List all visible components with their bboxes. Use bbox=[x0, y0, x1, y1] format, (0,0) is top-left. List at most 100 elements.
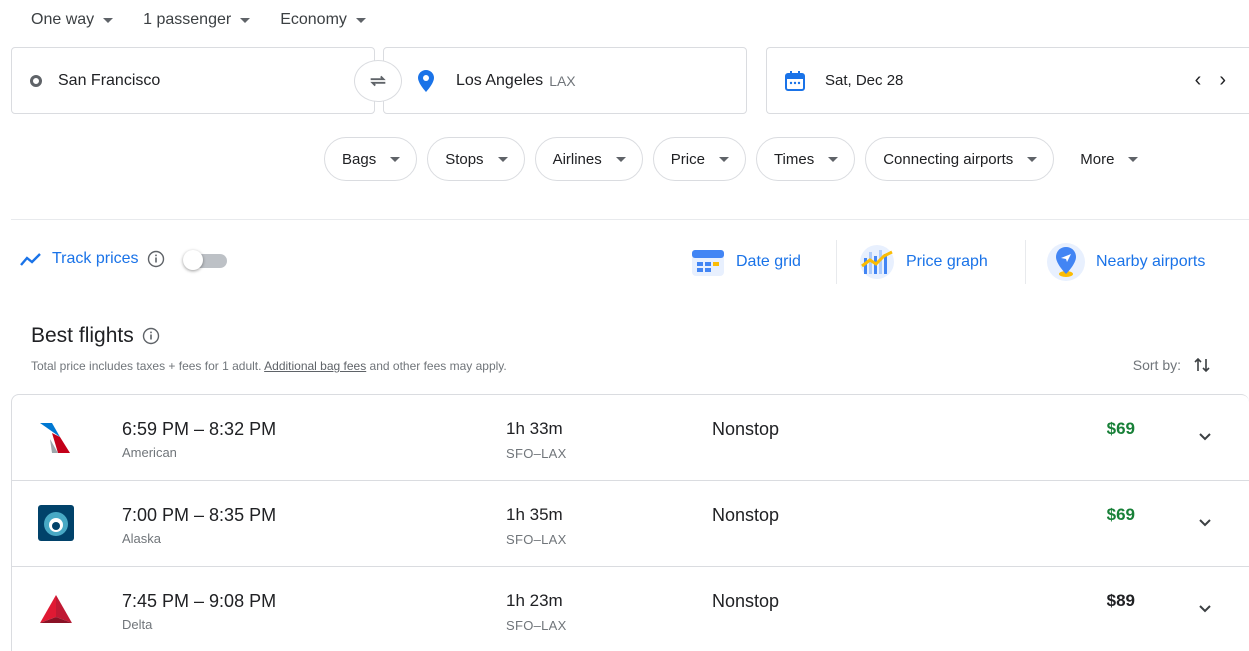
date-grid-button[interactable]: Date grid bbox=[690, 240, 801, 284]
sort-arrows-icon bbox=[1194, 357, 1210, 373]
filter-label: Price bbox=[670, 150, 705, 168]
nearby-airports-button[interactable]: Nearby airports bbox=[1046, 240, 1205, 284]
filter-bags[interactable]: Bags bbox=[324, 137, 418, 181]
filter-connecting-airports[interactable]: Connecting airports bbox=[865, 137, 1055, 181]
info-icon[interactable] bbox=[142, 327, 160, 345]
next-date-button[interactable]: › bbox=[1219, 69, 1226, 92]
flight-row[interactable]: 7:00 PM – 8:35 PM Alaska 1h 35m SFO–LAX … bbox=[12, 481, 1249, 567]
caret-down-icon bbox=[355, 17, 366, 23]
trip-type-select[interactable]: One way bbox=[31, 9, 114, 31]
filter-label: Times bbox=[773, 150, 815, 168]
filter-price[interactable]: Price bbox=[652, 137, 746, 181]
passengers-label: 1 passenger bbox=[143, 11, 232, 28]
filter-times[interactable]: Times bbox=[755, 137, 856, 181]
caret-down-icon bbox=[1128, 156, 1139, 162]
filter-label: Bags bbox=[342, 150, 377, 168]
trending-line-icon bbox=[20, 253, 41, 266]
caret-down-icon bbox=[103, 17, 114, 23]
flight-row[interactable]: 7:45 PM – 9:08 PM Delta 1h 23m SFO–LAX N… bbox=[12, 567, 1249, 651]
best-flights-heading: Best flights bbox=[31, 324, 160, 348]
disclaimer-text: Total price includes taxes + fees for 1 … bbox=[31, 359, 265, 373]
caret-down-icon bbox=[497, 156, 508, 162]
nearby-airports-label: Nearby airports bbox=[1096, 253, 1206, 270]
calendar-icon bbox=[785, 70, 805, 91]
trip-options: One way 1 passenger Economy bbox=[31, 9, 396, 31]
airline-name: Delta bbox=[122, 617, 153, 632]
chevron-down-icon[interactable] bbox=[1197, 515, 1213, 531]
bag-fees-link[interactable]: Additional bag fees bbox=[264, 359, 366, 373]
flight-stops: Nonstop bbox=[712, 591, 780, 611]
filter-airlines[interactable]: Airlines bbox=[534, 137, 643, 181]
destination-field[interactable]: Los Angeles LAX bbox=[383, 47, 747, 114]
caret-down-icon bbox=[615, 156, 626, 162]
date-grid-icon bbox=[692, 250, 724, 276]
filter-label: Airlines bbox=[552, 150, 602, 168]
toggle-knob bbox=[182, 250, 203, 270]
date-grid-label: Date grid bbox=[736, 253, 801, 270]
caret-down-icon bbox=[718, 156, 729, 162]
location-pin-icon bbox=[418, 69, 434, 92]
sort-label: Sort by: bbox=[1132, 357, 1181, 373]
flight-times: 7:00 PM – 8:35 PM bbox=[122, 505, 277, 525]
alaska-airlines-logo bbox=[38, 505, 74, 541]
caret-down-icon bbox=[1027, 156, 1038, 162]
swap-button[interactable] bbox=[354, 60, 402, 102]
trip-type-label: One way bbox=[31, 11, 95, 28]
caret-down-icon bbox=[828, 156, 839, 162]
flight-row[interactable]: 6:59 PM – 8:32 PM American 1h 33m SFO–LA… bbox=[12, 395, 1249, 481]
more-filters-button[interactable]: More bbox=[1064, 137, 1139, 181]
date-value: Sat, Dec 28 bbox=[825, 72, 904, 89]
date-navigation: ‹ › bbox=[1195, 69, 1226, 92]
flight-price: $69 bbox=[1106, 419, 1135, 438]
section-title: Best flights bbox=[31, 324, 134, 347]
caret-down-icon bbox=[240, 17, 251, 23]
flight-stops: Nonstop bbox=[712, 419, 780, 439]
price-disclaimer: Total price includes taxes + fees for 1 … bbox=[31, 359, 507, 373]
flight-duration: 1h 35m bbox=[506, 505, 563, 524]
sort-control[interactable]: Sort by: bbox=[1133, 356, 1211, 374]
chevron-down-icon[interactable] bbox=[1197, 429, 1213, 445]
flight-price: $69 bbox=[1106, 505, 1135, 524]
nearby-airports-icon bbox=[1047, 243, 1085, 281]
price-graph-icon bbox=[860, 245, 894, 279]
track-prices-toggle[interactable] bbox=[182, 250, 229, 270]
class-label: Economy bbox=[280, 11, 347, 28]
class-select[interactable]: Economy bbox=[280, 9, 366, 31]
origin-circle-icon bbox=[30, 74, 42, 87]
flight-route: SFO–LAX bbox=[506, 532, 567, 547]
caret-down-icon bbox=[390, 156, 401, 162]
chevron-down-icon[interactable] bbox=[1197, 601, 1213, 617]
more-label: More bbox=[1080, 150, 1115, 168]
airline-name: Alaska bbox=[122, 531, 162, 546]
filter-label: Stops bbox=[445, 150, 484, 168]
filter-bar: Bags Stops Airlines Price Times Connecti… bbox=[324, 137, 1139, 181]
departure-date-field[interactable]: Sat, Dec 28 ‹ › bbox=[766, 47, 1249, 114]
info-icon[interactable] bbox=[147, 250, 165, 268]
flight-route: SFO–LAX bbox=[506, 446, 567, 461]
track-prices: Track prices bbox=[20, 250, 229, 270]
separator bbox=[1025, 240, 1026, 284]
divider bbox=[11, 219, 1249, 220]
passengers-select[interactable]: 1 passenger bbox=[143, 9, 251, 31]
disclaimer-text: and other fees may apply. bbox=[366, 359, 507, 373]
flight-results-list: 6:59 PM – 8:32 PM American 1h 33m SFO–LA… bbox=[11, 394, 1249, 651]
filter-label: Connecting airports bbox=[883, 150, 1014, 168]
flight-duration: 1h 33m bbox=[506, 419, 563, 438]
airline-name: American bbox=[122, 445, 177, 460]
flight-price: $89 bbox=[1106, 591, 1135, 610]
flight-route: SFO–LAX bbox=[506, 618, 567, 633]
flight-times: 7:45 PM – 9:08 PM bbox=[122, 591, 277, 611]
flight-duration: 1h 23m bbox=[506, 591, 563, 610]
origin-value: San Francisco bbox=[58, 71, 161, 89]
origin-field[interactable]: San Francisco bbox=[11, 47, 375, 114]
delta-logo bbox=[40, 595, 72, 623]
destination-code: LAX bbox=[549, 72, 576, 89]
flight-times: 6:59 PM – 8:32 PM bbox=[122, 419, 277, 439]
filter-stops[interactable]: Stops bbox=[427, 137, 525, 181]
prev-date-button[interactable]: ‹ bbox=[1195, 69, 1202, 92]
separator bbox=[836, 240, 837, 284]
american-airlines-logo bbox=[40, 423, 70, 453]
track-prices-label: Track prices bbox=[52, 250, 139, 267]
swap-arrows-icon bbox=[370, 75, 386, 87]
price-graph-button[interactable]: Price graph bbox=[858, 240, 988, 284]
